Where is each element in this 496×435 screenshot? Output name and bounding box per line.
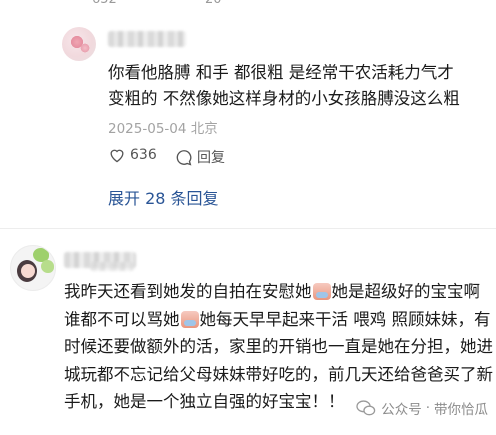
avatar[interactable] [10,245,56,291]
wechat-icon [356,400,376,416]
comment-text: 我昨天还看到她发的自拍在安慰她 她是超级好的宝宝啊谁都不可以骂她 她每天早早起来干活… [64,278,494,416]
reply-text-line: 变粗的 不然像她这样身材的小女孩胳膊没这么粗 [108,89,460,108]
reply-meta: 2025-05-04 北京 [108,117,218,137]
comment-bubble-icon [176,149,192,165]
expand-replies-link[interactable]: 展开 28 条回复 [108,185,219,209]
like-count: 636 [130,147,157,163]
heart-icon [110,149,124,163]
cutoff-count: 652 [92,0,117,7]
avatar[interactable] [62,27,96,61]
cutoff-count: 20 [205,0,222,7]
divider [0,228,496,229]
username-blurred[interactable] [108,31,186,47]
reply-date: 2025-05-04 [108,121,187,137]
avatar-face [21,264,35,278]
reply-text: 你看他胳膊 和手 都很粗 是经常干农活耗力气才 变粗的 不然像她这样身材的小女孩… [108,60,488,112]
crying-face-emoji-icon [180,310,199,328]
watermark-separator: · [425,400,430,416]
watermark-platform: 公众号 [381,402,422,418]
watermark: 公众号 · 带你恰瓜 [356,398,488,418]
like-button[interactable]: 636 [108,147,157,163]
reply-text-line: 你看他胳膊 和手 都很粗 是经常干农活耗力气才 [108,63,454,82]
reply-label: 回复 [197,150,225,166]
comment-text-segment: 我昨天还看到她发的自拍在安慰她 [64,282,312,301]
watermark-account: 带你恰瓜 [434,402,488,418]
user-badge-blurred [90,262,134,271]
crying-face-emoji-icon [312,283,331,300]
top-cutoff-counts: 652 20 [0,0,496,10]
flower-decoration [80,43,90,53]
reply-button[interactable]: 回复 [175,147,225,167]
leaf-decoration [41,260,54,273]
reply-location: 北京 [190,121,218,137]
